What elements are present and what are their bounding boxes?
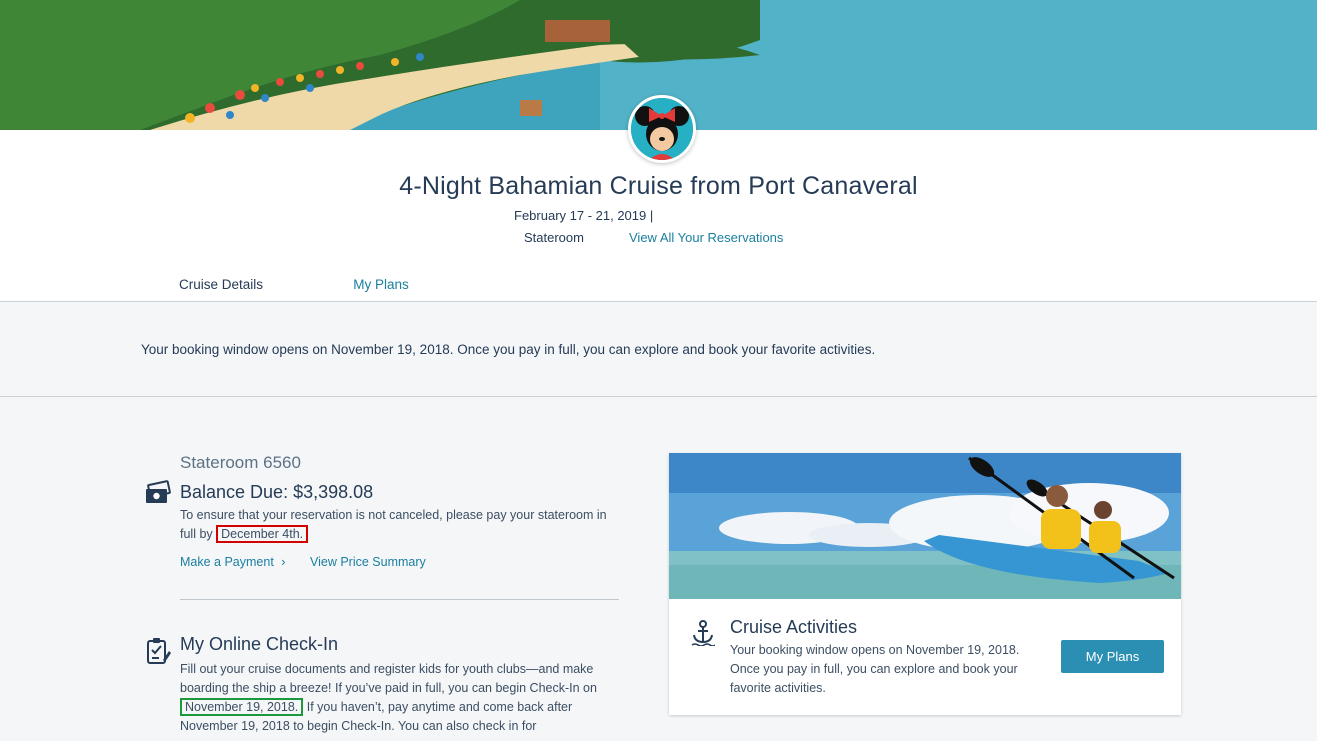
make-payment-link[interactable]: Make a Payment › <box>180 555 285 569</box>
payment-reminder-line1: To ensure that your reservation is not c… <box>180 508 607 522</box>
checkin-date-highlight: November 19, 2018. <box>180 698 304 716</box>
stateroom-label: Stateroom <box>524 230 584 245</box>
kayak-photo <box>669 453 1181 599</box>
tab-cruise-details[interactable]: Cruise Details <box>141 277 301 303</box>
payment-reminder-text: To ensure that your reservation is not c… <box>180 506 640 544</box>
cruise-title: 4-Night Bahamian Cruise from Port Canave… <box>399 172 918 200</box>
clipboard-check-icon <box>145 637 171 670</box>
booking-window-notice: Your booking window opens on November 19… <box>141 342 876 357</box>
cruise-dates: February 17 - 21, 2019 | <box>514 208 654 223</box>
cruise-activities-title: Cruise Activities <box>730 617 858 637</box>
online-checkin-title: My Online Check-In <box>180 634 339 654</box>
section-divider <box>180 599 619 600</box>
make-payment-label: Make a Payment <box>180 555 274 569</box>
chevron-right-icon: › <box>281 555 286 569</box>
stateroom-number: Stateroom 6560 <box>180 453 301 472</box>
checkin-line3: If you haven’t, pay anytime and come bac… <box>303 700 573 714</box>
my-plans-button[interactable]: My Plans <box>1061 640 1164 673</box>
view-all-reservations-link[interactable]: View All Your Reservations <box>629 230 783 245</box>
tab-bar: Cruise Details My Plans <box>141 277 461 303</box>
checkin-line4: November 19, 2018 to begin Check-In. You… <box>180 719 537 733</box>
cruise-activities-card: Cruise Activities Your booking window op… <box>669 453 1181 715</box>
cash-payment-icon <box>144 480 172 511</box>
booking-notice-band: Your booking window opens on November 19… <box>0 302 1317 397</box>
minnie-mouse-avatar <box>628 95 696 163</box>
balance-due: Balance Due: $3,398.08 <box>180 482 374 502</box>
view-price-summary-link[interactable]: View Price Summary <box>310 555 426 569</box>
checkin-text: Fill out your cruise documents and regis… <box>180 660 650 736</box>
anchor-icon <box>691 620 716 651</box>
cruise-activities-text: Your booking window opens on November 19… <box>730 643 1020 695</box>
tab-my-plans[interactable]: My Plans <box>301 277 461 303</box>
due-date-highlight: December 4th. <box>216 525 309 543</box>
checkin-line2: boarding the ship a breeze! If you’ve pa… <box>180 681 597 695</box>
payment-reminder-prefix: full by <box>180 527 213 541</box>
checkin-line1: Fill out your cruise documents and regis… <box>180 662 594 676</box>
